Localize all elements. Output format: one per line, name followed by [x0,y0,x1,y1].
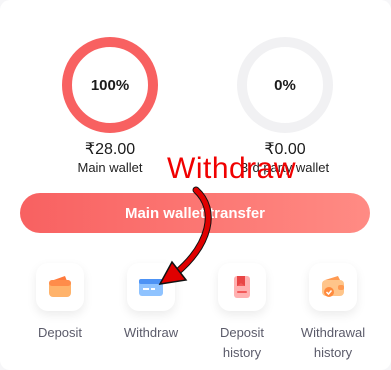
deposit-history-label: Deposit [219,325,265,340]
withdrawal-history-label-2: history [313,345,353,360]
wallet-icon [36,263,84,311]
deposit-label: Deposit [37,325,83,340]
wallet-card: 100% ₹28.00 Main wallet 0% ₹0.00 3rd par… [0,0,391,370]
third-party-wallet-percent: 0% [274,76,296,94]
withdrawal-history-label: Withdrawal [300,325,366,340]
wallet-history-icon [309,263,357,311]
withdraw-annotation-text: Withdraw [167,152,297,185]
card-icon [127,263,175,311]
withdrawal-history-button[interactable]: Withdrawal history [290,263,376,363]
bookmark-icon [218,263,266,311]
main-wallet-gauge: 100% [60,35,160,135]
deposit-history-label-2: history [222,345,262,360]
main-wallet-transfer-button[interactable]: Main wallet transfer [20,193,370,233]
withdraw-button[interactable]: Withdraw [108,263,194,343]
deposit-button[interactable]: Deposit [17,263,103,343]
third-party-wallet-gauge: 0% [235,35,335,135]
withdraw-label: Withdraw [123,325,179,340]
main-wallet-amount: ₹28.00 [84,141,136,158]
deposit-history-button[interactable]: Deposit history [199,263,285,363]
main-wallet-label: Main wallet [77,160,143,175]
main-wallet-percent: 100% [90,76,130,94]
